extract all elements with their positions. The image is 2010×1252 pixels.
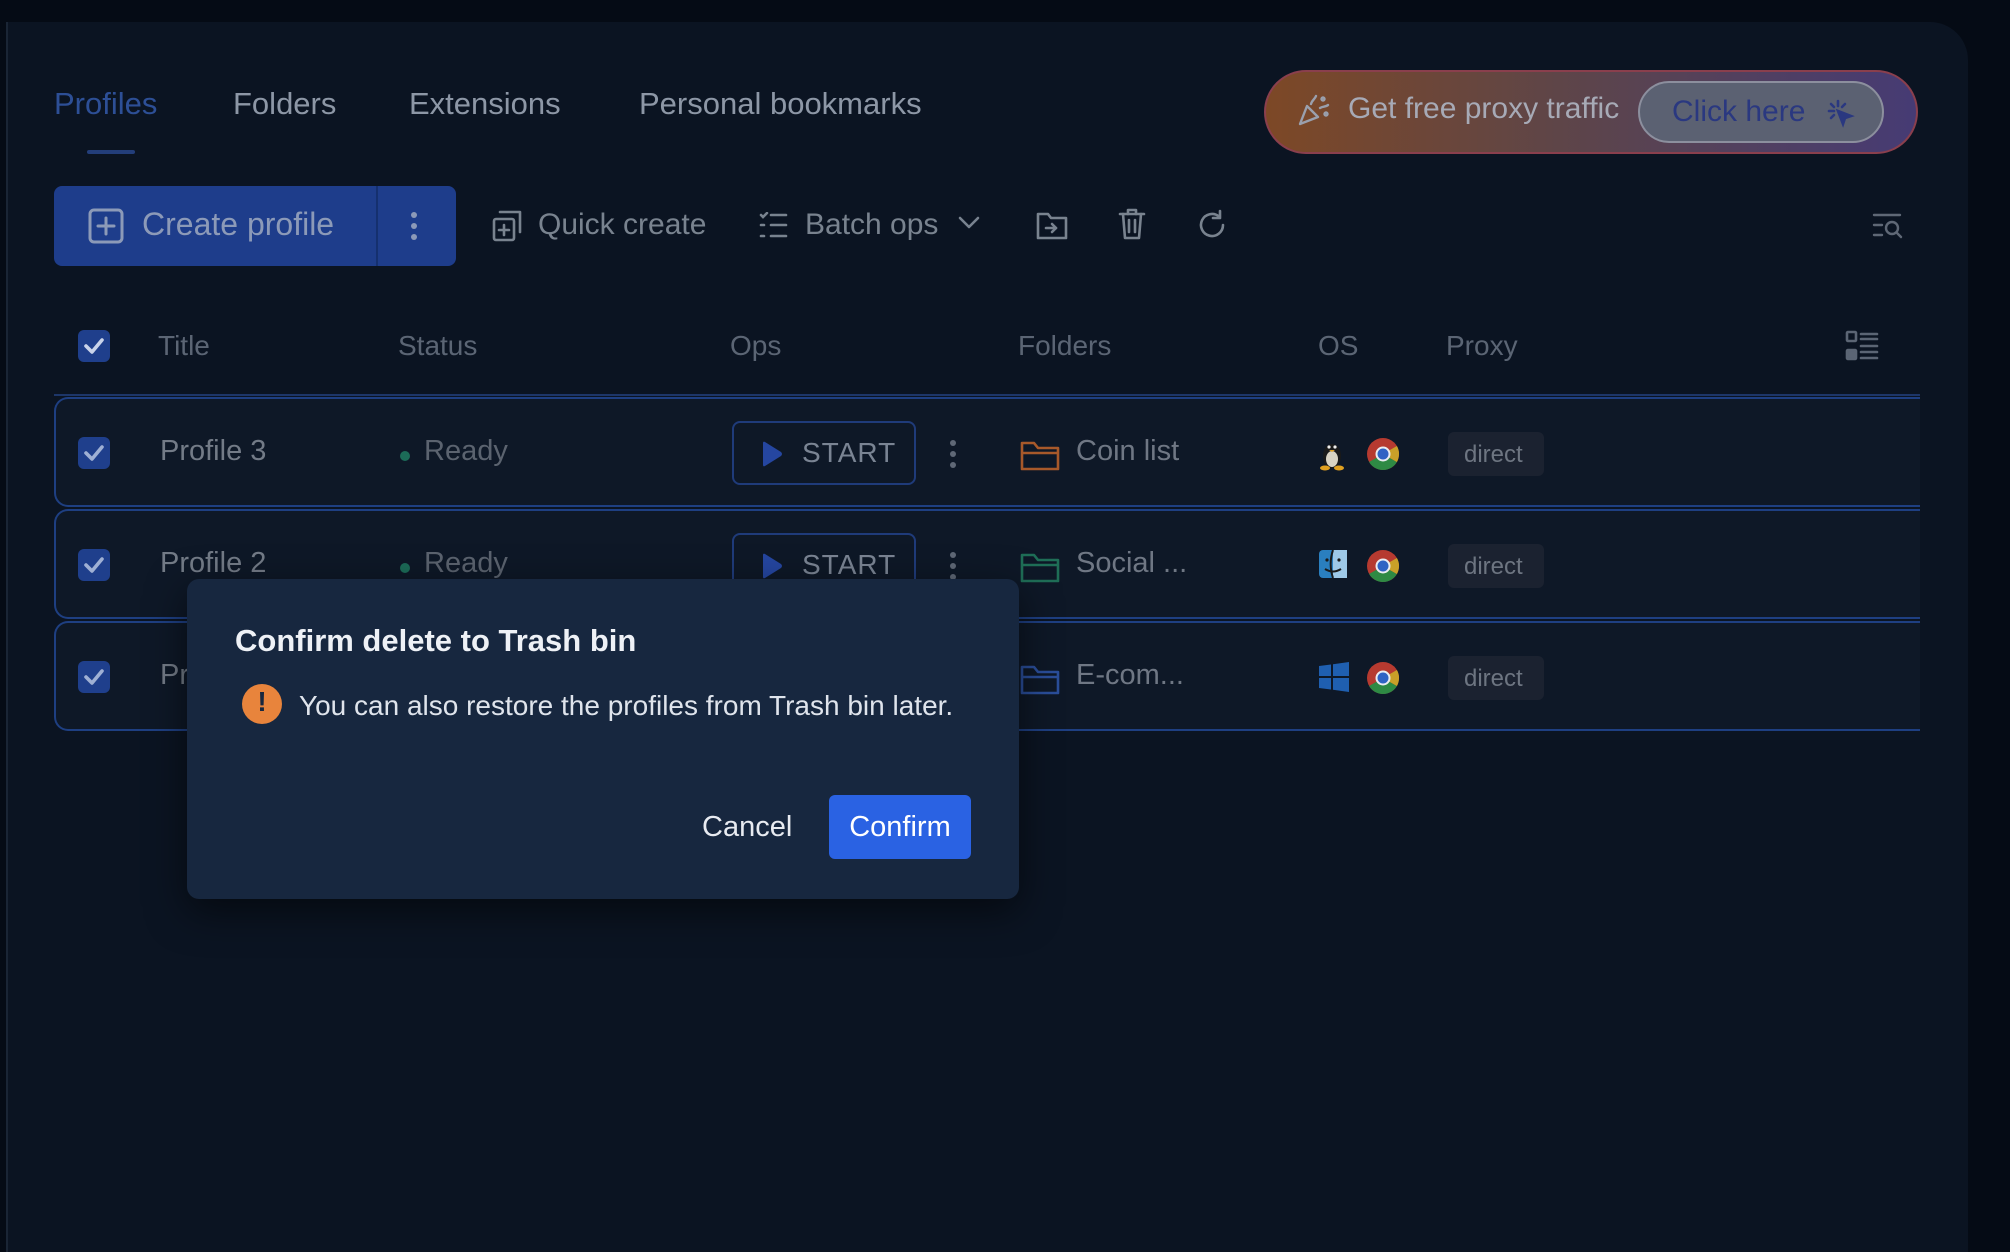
refresh-icon[interactable] bbox=[1196, 209, 1228, 246]
proxy-promo-banner: Get free proxy traffic Click here bbox=[1264, 70, 1918, 154]
more-options-icon[interactable] bbox=[410, 210, 418, 247]
create-profile-button[interactable]: Create profile bbox=[54, 186, 456, 266]
click-here-label: Click here bbox=[1672, 95, 1806, 128]
row-checkbox[interactable] bbox=[78, 437, 110, 469]
chrome-icon bbox=[1366, 437, 1400, 476]
header-title[interactable]: Title bbox=[158, 330, 210, 362]
profile-status: Ready bbox=[424, 435, 508, 467]
header-folders[interactable]: Folders bbox=[1018, 330, 1111, 362]
profile-status: Ready bbox=[424, 547, 508, 579]
dialog-message: You can also restore the profiles from T… bbox=[299, 690, 954, 721]
start-button[interactable]: START bbox=[732, 421, 916, 485]
proxy-label: direct bbox=[1464, 553, 1523, 580]
folder-name[interactable]: E-com... bbox=[1076, 659, 1184, 692]
confirm-delete-dialog: Confirm delete to Trash bin ! You can al… bbox=[187, 579, 1019, 899]
select-all-checkbox[interactable] bbox=[78, 330, 110, 362]
status-dot bbox=[400, 563, 410, 573]
folder-icon bbox=[1020, 439, 1060, 476]
quick-create-button[interactable]: Quick create bbox=[538, 208, 706, 242]
header-ops: Ops bbox=[730, 330, 782, 361]
proxy-badge: direct bbox=[1448, 544, 1544, 588]
chrome-icon bbox=[1366, 549, 1400, 588]
tab-personal-bookmarks[interactable]: Personal bookmarks bbox=[639, 82, 922, 126]
folder-name[interactable]: Social ... bbox=[1076, 547, 1187, 580]
confirm-button[interactable]: Confirm bbox=[829, 795, 971, 859]
folder-name[interactable]: Coin list bbox=[1076, 435, 1179, 468]
folder-icon bbox=[1020, 551, 1060, 588]
trash-icon[interactable] bbox=[1118, 208, 1146, 245]
party-popper-icon bbox=[1296, 94, 1330, 133]
proxy-badge: direct bbox=[1448, 432, 1544, 476]
linux-icon bbox=[1318, 437, 1346, 476]
header-proxy[interactable]: Proxy bbox=[1446, 330, 1518, 362]
start-label: START bbox=[802, 549, 897, 580]
cancel-button[interactable]: Cancel bbox=[690, 795, 804, 859]
promo-text: Get free proxy traffic bbox=[1348, 92, 1620, 125]
table-row[interactable]: Profile 3 Ready START Coin list direct bbox=[54, 397, 1920, 507]
search-filter-icon[interactable] bbox=[1872, 212, 1904, 245]
row-more-icon[interactable] bbox=[949, 439, 957, 474]
warning-icon: ! bbox=[242, 684, 282, 724]
active-tab-indicator bbox=[87, 150, 135, 154]
chevron-down-icon[interactable] bbox=[958, 216, 980, 235]
profile-title[interactable]: Profile 2 bbox=[160, 547, 266, 580]
header-os: OS bbox=[1318, 330, 1359, 361]
profile-title[interactable]: Pr bbox=[160, 659, 189, 692]
click-here-button[interactable]: Click here bbox=[1638, 81, 1884, 143]
tab-profiles[interactable]: Profiles bbox=[54, 82, 157, 126]
quick-create-icon[interactable] bbox=[492, 210, 522, 247]
proxy-label: direct bbox=[1464, 441, 1523, 468]
header-divider bbox=[54, 394, 1920, 396]
sparkle-click-icon bbox=[1824, 97, 1856, 134]
move-to-folder-icon[interactable] bbox=[1036, 210, 1068, 245]
chrome-icon bbox=[1366, 661, 1400, 700]
button-divider bbox=[376, 186, 378, 266]
create-profile-label: Create profile bbox=[142, 206, 335, 242]
batch-ops-button[interactable]: Batch ops bbox=[805, 208, 938, 242]
profile-title[interactable]: Profile 3 bbox=[160, 435, 266, 468]
list-icon bbox=[758, 211, 788, 245]
tab-folders[interactable]: Folders bbox=[233, 82, 336, 126]
windows-icon bbox=[1318, 661, 1350, 698]
start-label: START bbox=[802, 437, 897, 468]
column-settings-icon[interactable] bbox=[1845, 330, 1879, 367]
proxy-label: direct bbox=[1464, 665, 1523, 692]
row-checkbox[interactable] bbox=[78, 661, 110, 693]
header-status[interactable]: Status bbox=[398, 330, 477, 362]
row-checkbox[interactable] bbox=[78, 549, 110, 581]
tab-extensions[interactable]: Extensions bbox=[409, 82, 561, 126]
folder-icon bbox=[1020, 663, 1060, 700]
proxy-badge: direct bbox=[1448, 656, 1544, 700]
dialog-title: Confirm delete to Trash bin bbox=[235, 623, 637, 658]
play-icon bbox=[760, 441, 784, 472]
macos-icon bbox=[1318, 549, 1348, 584]
status-dot bbox=[400, 451, 410, 461]
plus-square-icon bbox=[88, 208, 124, 249]
